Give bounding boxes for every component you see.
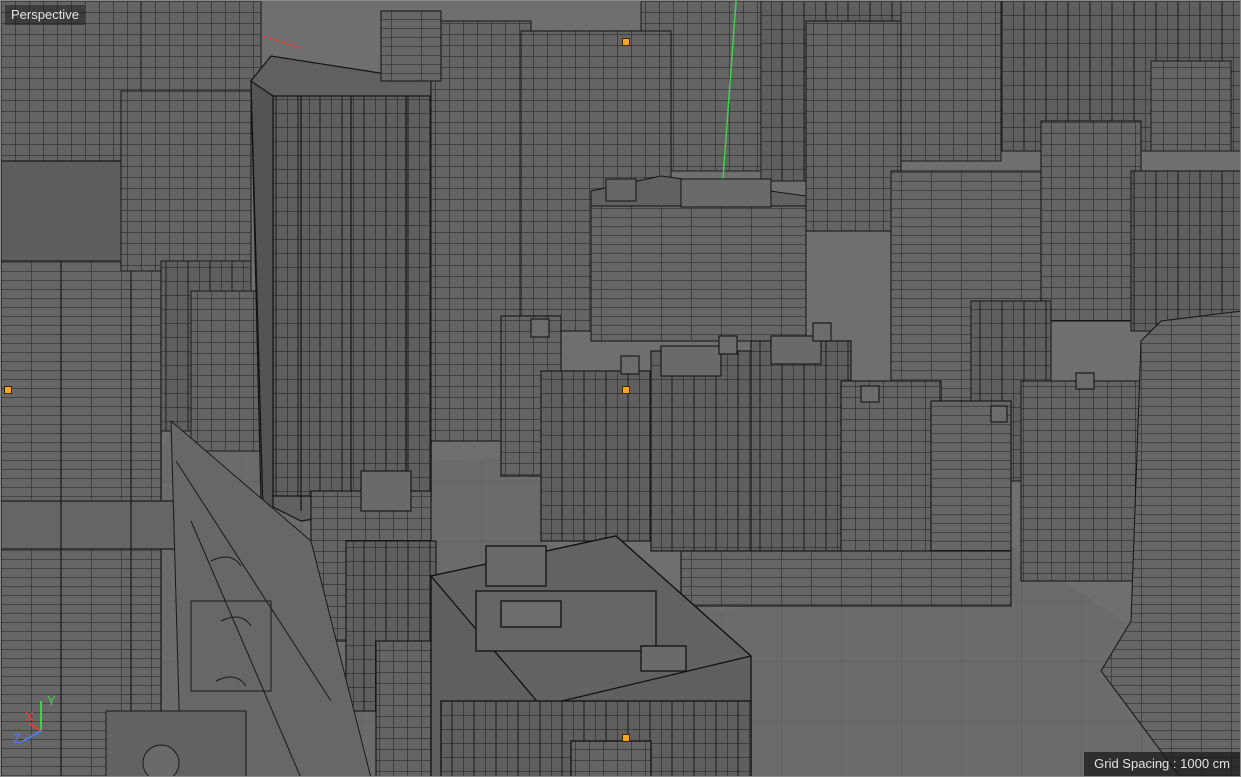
- viewport-camera-label[interactable]: Perspective: [5, 5, 85, 25]
- selection-handle-bottom[interactable]: [622, 734, 630, 742]
- axis-gizmo-icon: Y X Z: [13, 693, 56, 746]
- perspective-viewport[interactable]: Perspective Y X Z Grid Spacing : 1000 cm: [0, 0, 1241, 777]
- selection-handle-center[interactable]: [622, 386, 630, 394]
- selection-handle-top[interactable]: [622, 38, 630, 46]
- axis-x-label: X: [25, 709, 34, 724]
- city-wireframe-scene[interactable]: [1, 1, 1241, 777]
- grid-spacing-readout: Grid Spacing : 1000 cm: [1084, 752, 1240, 776]
- selection-handle-left[interactable]: [4, 386, 12, 394]
- tall-tower: [250, 55, 432, 523]
- axis-y-label: Y: [47, 693, 56, 708]
- axis-z-label: Z: [13, 731, 21, 746]
- center-right-building: [590, 175, 807, 342]
